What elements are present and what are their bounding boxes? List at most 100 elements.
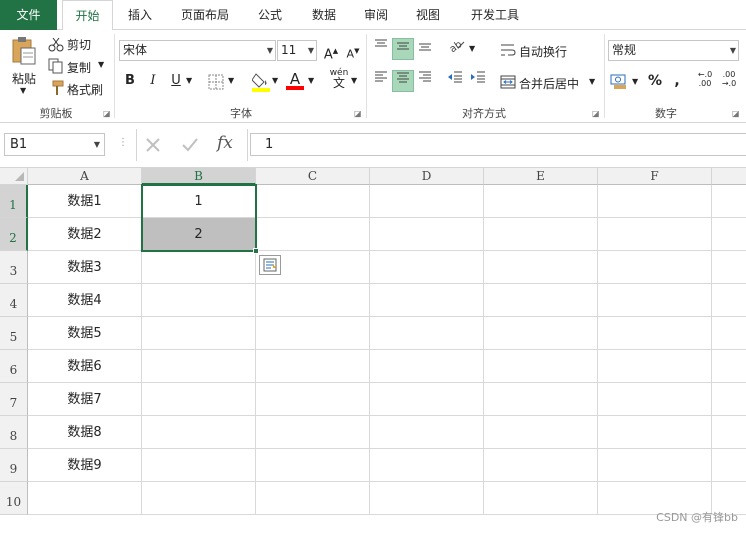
- phonetic-dropdown-icon[interactable]: ▼: [351, 76, 357, 85]
- tab-home[interactable]: 开始: [62, 0, 113, 31]
- row-header[interactable]: 5: [0, 317, 28, 350]
- cut-button[interactable]: 剪切: [67, 36, 91, 53]
- column-header-d[interactable]: D: [370, 168, 484, 185]
- row-header[interactable]: 6: [0, 350, 28, 383]
- cell-a[interactable]: 数据9: [28, 449, 142, 482]
- cell-empty[interactable]: [712, 218, 746, 251]
- cell-empty[interactable]: [598, 350, 712, 383]
- cell-empty[interactable]: [256, 317, 370, 350]
- accounting-dropdown-icon[interactable]: ▼: [632, 77, 638, 86]
- merge-center-dropdown-icon[interactable]: ▼: [589, 77, 595, 86]
- cell-b[interactable]: [142, 350, 256, 383]
- cell-empty[interactable]: [712, 284, 746, 317]
- tab-data[interactable]: 数据: [302, 0, 346, 30]
- align-top-icon[interactable]: [370, 38, 392, 60]
- cell-a[interactable]: 数据6: [28, 350, 142, 383]
- cell-empty[interactable]: [370, 317, 484, 350]
- tab-view[interactable]: 视图: [406, 0, 450, 30]
- column-header-e[interactable]: E: [484, 168, 598, 185]
- cell-b[interactable]: [142, 284, 256, 317]
- italic-button[interactable]: I: [142, 70, 164, 92]
- cell-b[interactable]: [142, 482, 256, 515]
- cell-empty[interactable]: [256, 350, 370, 383]
- formula-input[interactable]: 1: [250, 133, 746, 156]
- paste-dropdown-icon[interactable]: ▼: [20, 86, 26, 95]
- cell-empty[interactable]: [484, 449, 598, 482]
- cell-a[interactable]: 数据1: [28, 185, 142, 218]
- orientation-dropdown-icon[interactable]: ▼: [469, 44, 475, 53]
- cell-empty[interactable]: [484, 482, 598, 515]
- insert-function-icon[interactable]: fx: [217, 133, 233, 153]
- row-header[interactable]: 10: [0, 482, 28, 515]
- column-header-g[interactable]: [712, 168, 746, 185]
- cell-empty[interactable]: [712, 416, 746, 449]
- cell-empty[interactable]: [598, 218, 712, 251]
- cell-empty[interactable]: [256, 383, 370, 416]
- cell-b[interactable]: 2: [142, 218, 256, 251]
- select-all-corner[interactable]: [0, 168, 28, 185]
- underline-dropdown-icon[interactable]: ▼: [186, 76, 192, 85]
- cell-empty[interactable]: [256, 185, 370, 218]
- column-header-c[interactable]: C: [256, 168, 370, 185]
- font-launcher-icon[interactable]: ◪: [354, 109, 362, 118]
- row-header[interactable]: 3: [0, 251, 28, 284]
- cell-empty[interactable]: [712, 383, 746, 416]
- comma-button[interactable]: ,: [666, 70, 688, 92]
- cell-empty[interactable]: [598, 449, 712, 482]
- align-bottom-icon[interactable]: [414, 38, 436, 60]
- clipboard-launcher-icon[interactable]: ◪: [103, 109, 111, 118]
- quick-analysis-button[interactable]: [259, 255, 281, 275]
- column-header-b[interactable]: B: [142, 168, 256, 185]
- chevron-down-icon[interactable]: ▼: [94, 134, 100, 155]
- cell-empty[interactable]: [256, 284, 370, 317]
- cell-empty[interactable]: [712, 317, 746, 350]
- cell-b[interactable]: [142, 317, 256, 350]
- align-right-icon[interactable]: [414, 70, 436, 92]
- wrap-text-button[interactable]: 自动换行: [519, 43, 567, 60]
- tab-developer[interactable]: 开发工具: [460, 0, 530, 30]
- bold-button[interactable]: B: [119, 70, 141, 92]
- cell-empty[interactable]: [712, 251, 746, 284]
- cell-empty[interactable]: [484, 218, 598, 251]
- cell-empty[interactable]: [370, 185, 484, 218]
- accounting-format-icon[interactable]: [610, 72, 628, 90]
- font-color-icon[interactable]: A: [284, 68, 306, 90]
- increase-indent-icon[interactable]: [467, 70, 489, 92]
- number-launcher-icon[interactable]: ◪: [732, 109, 740, 118]
- decrease-font-size-icon[interactable]: A▼: [342, 40, 364, 62]
- merge-center-button[interactable]: 合并后居中: [519, 75, 579, 92]
- cell-empty[interactable]: [256, 218, 370, 251]
- cell-empty[interactable]: [712, 449, 746, 482]
- cell-a[interactable]: 数据4: [28, 284, 142, 317]
- copy-dropdown-icon[interactable]: ▼: [98, 60, 104, 69]
- cell-a[interactable]: 数据2: [28, 218, 142, 251]
- decrease-decimal-icon[interactable]: .00 →.0: [718, 70, 740, 92]
- cell-b[interactable]: [142, 449, 256, 482]
- increase-font-size-icon[interactable]: A▲: [320, 40, 342, 62]
- cell-a[interactable]: 数据3: [28, 251, 142, 284]
- font-name-select[interactable]: 宋体 ▼: [119, 40, 276, 61]
- column-header-a[interactable]: A: [28, 168, 142, 185]
- cell-a[interactable]: 数据8: [28, 416, 142, 449]
- row-header[interactable]: 8: [0, 416, 28, 449]
- cell-empty[interactable]: [370, 482, 484, 515]
- row-header[interactable]: 4: [0, 284, 28, 317]
- border-dropdown-icon[interactable]: ▼: [228, 76, 234, 85]
- confirm-entry-icon[interactable]: [181, 137, 199, 153]
- cell-a[interactable]: [28, 482, 142, 515]
- font-size-select[interactable]: 11 ▼: [277, 40, 317, 61]
- cell-empty[interactable]: [370, 218, 484, 251]
- cell-empty[interactable]: [484, 350, 598, 383]
- column-header-f[interactable]: F: [598, 168, 712, 185]
- increase-decimal-icon[interactable]: ←.0.00: [694, 70, 716, 92]
- number-format-select[interactable]: 常规 ▼: [608, 40, 739, 61]
- cell-empty[interactable]: [598, 251, 712, 284]
- cell-empty[interactable]: [256, 449, 370, 482]
- cell-empty[interactable]: [484, 185, 598, 218]
- cell-empty[interactable]: [598, 317, 712, 350]
- cell-empty[interactable]: [712, 185, 746, 218]
- cell-empty[interactable]: [370, 383, 484, 416]
- cell-b[interactable]: 1: [142, 185, 256, 218]
- cell-a[interactable]: 数据7: [28, 383, 142, 416]
- percent-button[interactable]: %: [644, 70, 666, 92]
